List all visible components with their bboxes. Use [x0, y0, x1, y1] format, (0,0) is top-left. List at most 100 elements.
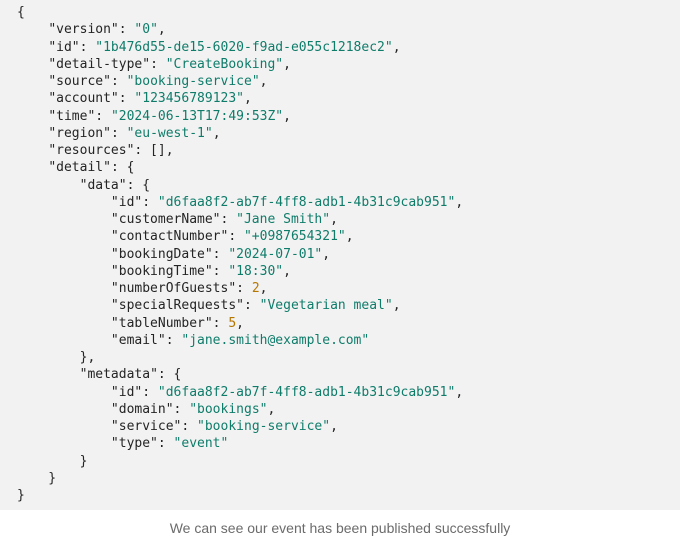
json-key: "region" — [48, 125, 111, 141]
json-string-value: "booking-service" — [126, 74, 260, 89]
json-key: "source" — [48, 74, 111, 89]
code-line: "id": "1b476d55-de15-6020-f9ad-e055c1218… — [17, 39, 680, 56]
json-punctuation — [17, 229, 111, 244]
json-punctuation: , — [212, 125, 221, 141]
code-block: { "version": "0", "id": "1b476d55-de15-6… — [0, 0, 680, 510]
code-line: "detail": { — [17, 159, 680, 176]
json-punctuation: , — [330, 419, 338, 434]
json-punctuation: , — [455, 194, 464, 210]
json-punctuation — [17, 436, 111, 451]
json-punctuation: , — [157, 22, 166, 38]
json-punctuation: : { — [126, 177, 151, 193]
json-string-value: "2024-07-01" — [228, 246, 323, 262]
json-key: "specialRequests" — [110, 298, 244, 314]
json-punctuation: : — [212, 315, 229, 331]
json-punctuation: , — [236, 315, 244, 331]
json-string-value: "d6faa8f2-ab7f-4ff8-adb1-4b31c9cab951" — [157, 384, 456, 400]
json-punctuation: : { — [110, 160, 135, 176]
json-key: "bookingDate" — [110, 246, 213, 262]
json-punctuation: : — [220, 212, 237, 227]
json-key: "contactNumber" — [110, 229, 229, 245]
code-line: "domain": "bookings", — [17, 401, 680, 418]
json-string-value: "123456789123" — [134, 91, 244, 107]
json-string-value: "1b476d55-de15-6020-f9ad-e055c1218ec2" — [95, 39, 393, 55]
json-event-code: { "version": "0", "id": "1b476d55-de15-6… — [0, 4, 680, 504]
json-punctuation: , — [259, 74, 268, 89]
code-line: "email": "jane.smith@example.com" — [17, 332, 680, 349]
json-string-value: "d6faa8f2-ab7f-4ff8-adb1-4b31c9cab951" — [157, 194, 456, 210]
json-punctuation: : [], — [134, 143, 174, 158]
json-punctuation: { — [17, 5, 25, 20]
json-punctuation: , — [345, 229, 354, 245]
json-punctuation: : — [142, 384, 158, 400]
json-key: "customerName" — [110, 212, 221, 227]
code-line: "id": "d6faa8f2-ab7f-4ff8-adb1-4b31c9cab… — [17, 384, 680, 401]
json-punctuation: , — [259, 281, 268, 296]
code-line: "bookingDate": "2024-07-01", — [17, 246, 680, 263]
code-line: "source": "booking-service", — [17, 73, 680, 90]
json-punctuation — [17, 281, 111, 296]
json-punctuation — [17, 74, 48, 89]
json-punctuation: : — [228, 229, 244, 245]
json-key: "type" — [110, 436, 158, 452]
json-key: "id" — [110, 384, 143, 400]
code-line: } — [17, 470, 680, 487]
code-line: "contactNumber": "+0987654321", — [17, 228, 680, 245]
json-punctuation — [17, 385, 111, 400]
json-key: "numberOfGuests" — [110, 281, 237, 296]
json-punctuation: } — [17, 453, 88, 469]
code-line: { — [17, 4, 680, 21]
json-punctuation: : — [79, 39, 96, 55]
json-key: "detail" — [48, 160, 111, 176]
code-line: }, — [17, 349, 680, 366]
json-key: "email" — [110, 332, 166, 348]
json-string-value: "bookings" — [189, 401, 268, 417]
json-punctuation: : — [181, 419, 198, 434]
figure-caption: We can see our event has been published … — [169, 520, 511, 536]
json-key: "version" — [48, 22, 119, 38]
json-key: "tableNumber" — [110, 315, 213, 331]
json-punctuation: : — [142, 194, 158, 210]
json-string-value: "2024-06-13T17:49:53Z" — [110, 108, 284, 124]
code-line: "resources": [], — [17, 142, 680, 159]
json-punctuation: : — [95, 108, 111, 124]
json-string-value: "eu-west-1" — [126, 125, 213, 141]
json-punctuation — [17, 333, 111, 348]
json-punctuation: , — [283, 56, 291, 72]
json-key: "account" — [48, 91, 119, 107]
code-line: "tableNumber": 5, — [17, 315, 680, 332]
json-string-value: "jane.smith@example.com" — [181, 332, 370, 348]
code-line: "type": "event" — [17, 435, 680, 452]
json-punctuation — [17, 367, 80, 382]
json-punctuation: : — [150, 56, 166, 72]
json-punctuation: , — [330, 212, 338, 227]
json-key: "service" — [110, 419, 182, 434]
json-key: "bookingTime" — [110, 263, 213, 279]
json-key: "id" — [110, 194, 143, 210]
code-line: } — [17, 487, 680, 504]
json-punctuation — [17, 126, 48, 141]
json-key: "resources" — [48, 143, 135, 158]
json-punctuation: : — [110, 125, 127, 141]
json-punctuation — [17, 143, 48, 158]
json-punctuation: : — [173, 401, 190, 417]
json-string-value: "18:30" — [228, 263, 284, 279]
json-punctuation — [17, 316, 111, 331]
json-punctuation: : — [118, 91, 135, 107]
code-line: "numberOfGuests": 2, — [17, 280, 680, 297]
json-key: "metadata" — [79, 367, 158, 383]
json-punctuation: : { — [157, 367, 182, 383]
json-punctuation: , — [244, 91, 252, 107]
json-string-value: "Vegetarian meal" — [259, 298, 393, 314]
json-punctuation — [17, 402, 111, 417]
json-punctuation: }, — [17, 350, 96, 365]
json-punctuation — [17, 91, 48, 106]
json-punctuation: : — [157, 436, 174, 452]
code-line: "region": "eu-west-1", — [17, 125, 680, 142]
json-punctuation — [17, 195, 111, 210]
json-punctuation: : — [243, 298, 260, 314]
json-key: "detail-type" — [48, 56, 151, 72]
json-punctuation — [17, 160, 48, 175]
json-punctuation: , — [267, 401, 276, 417]
json-punctuation — [17, 419, 111, 434]
